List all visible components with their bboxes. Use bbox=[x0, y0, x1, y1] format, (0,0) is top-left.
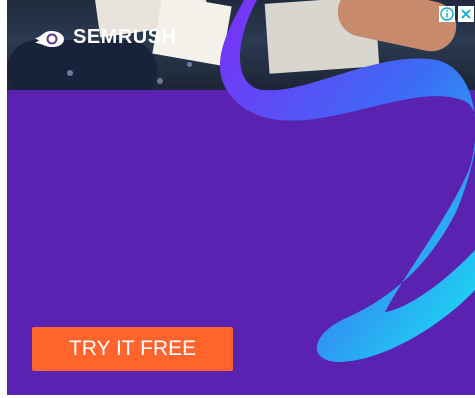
info-icon[interactable] bbox=[439, 6, 455, 22]
close-icon[interactable] bbox=[458, 6, 474, 22]
ad-banner[interactable]: SEMRUSH TRY IT FREE bbox=[7, 0, 475, 398]
semrush-fire-icon bbox=[35, 30, 64, 47]
semrush-logo: SEMRUSH bbox=[33, 26, 177, 49]
brand-name: SEMRUSH bbox=[73, 26, 177, 48]
adchoices-controls bbox=[439, 6, 474, 22]
try-it-free-button[interactable]: TRY IT FREE bbox=[32, 327, 233, 371]
